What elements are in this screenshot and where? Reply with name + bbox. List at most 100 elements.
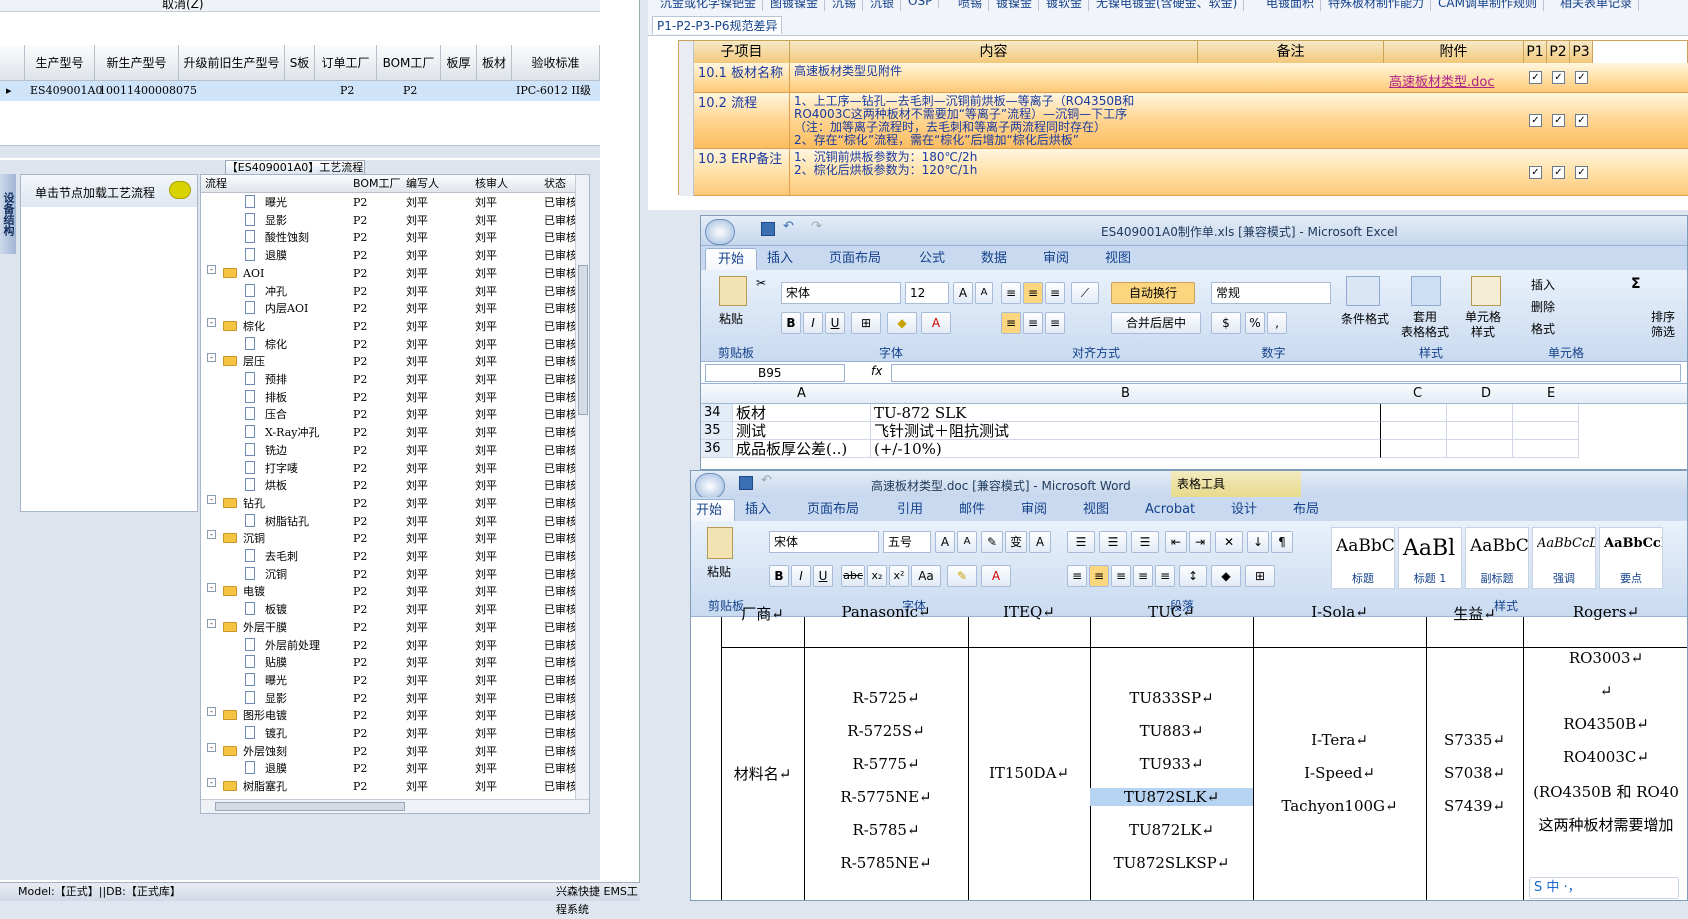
ime-toolbar[interactable]: S 中 ·， [1529,877,1679,899]
tree-col-bom[interactable]: BOM工厂 [353,175,401,192]
checkbox-p2[interactable]: ✓ [1552,114,1565,127]
spec-row[interactable]: 10.1 板材名称 高速板材类型见附件 高速板材类型.doc ✓ ✓ ✓ [694,63,1688,93]
col-a[interactable]: A [797,386,806,401]
material-name[interactable]: R-5785↵ [804,821,968,839]
material-name[interactable]: S7038↵ [1426,764,1523,782]
collapse-icon[interactable]: - [207,618,216,628]
justify-icon[interactable]: ≡ [1133,565,1153,587]
spec-tab[interactable]: 特殊板材制作能力 [1322,0,1432,11]
style-swatch[interactable]: AaBbC 副标题 [1465,527,1529,589]
percent-icon[interactable]: % [1245,312,1265,334]
hscroll-thumb[interactable] [215,802,405,811]
tree-row[interactable]: - 外层干膜 P2 刘平 刘平 已审核 [201,618,575,637]
row-number[interactable]: 36 [701,440,733,458]
tree-row[interactable]: - AOI P2 刘平 刘平 已审核 [201,264,575,283]
cell-a[interactable]: 板材 [733,404,871,422]
collapse-icon[interactable]: - [207,707,216,717]
asian-layout-icon[interactable]: ✕ [1215,531,1243,553]
cell-d[interactable] [1447,440,1513,458]
bold-icon[interactable]: B [781,312,801,334]
collapse-icon[interactable]: - [207,494,216,504]
tree-row[interactable]: 曝光 P2 刘平 刘平 已审核 [201,193,575,212]
orientation-icon[interactable]: ⟋ [1071,282,1099,304]
save-icon[interactable] [739,476,753,490]
spec-tab[interactable]: 图镀镍金 [764,0,826,11]
material-name[interactable]: TU933↵ [1090,755,1253,773]
side-tab[interactable]: 设备结构 [0,174,16,254]
material-name[interactable]: TU872SLKSP↵ [1090,854,1253,872]
clear-format-icon[interactable]: ✎ [981,531,1003,553]
grid-header[interactable]: 升级前旧生产型号 [179,45,285,81]
table-format-button[interactable]: 套用 表格格式 [1401,310,1449,340]
checkbox-p1[interactable]: ✓ [1529,165,1542,179]
tree-row[interactable]: 酸性蚀刻 P2 刘平 刘平 已审核 [201,228,575,247]
material-name[interactable]: 这两种板材需要增加 [1523,814,1687,835]
wrap-text-button[interactable]: 自动换行 [1111,282,1195,304]
material-name[interactable]: TU872SLK↵ [1090,788,1253,806]
ribbon-tab[interactable]: 插入 [745,499,771,521]
insert-button[interactable]: 插入 [1531,276,1555,293]
spec-header-content[interactable]: 内容 [790,41,1198,63]
row-number[interactable]: 35 [701,422,733,440]
material-name[interactable]: Tachyon100G↵ [1253,797,1426,815]
border-icon[interactable]: ⊞ [851,312,881,334]
tree-row[interactable]: 外层前处理 P2 刘平 刘平 已审核 [201,636,575,655]
tree-row[interactable]: 退膜 P2 刘平 刘平 已审核 [201,759,575,778]
superscript-icon[interactable]: x² [889,565,909,587]
checkbox-p3[interactable]: ✓ [1575,165,1588,179]
ribbon-tab[interactable]: 开始 [691,499,736,522]
align-center-icon[interactable]: ≡ [1023,312,1043,334]
spec-header-note[interactable]: 备注 [1198,41,1384,63]
bold-icon[interactable]: B [769,565,789,587]
grid-header[interactable]: 验收标准 [512,45,600,81]
align-bottom-icon[interactable]: ≡ [1045,282,1065,304]
material-name[interactable]: ↵ [1523,682,1687,700]
align-left-icon[interactable]: ≡ [1001,312,1021,334]
highlight-icon[interactable]: ✎ [947,565,977,587]
phonetic-icon[interactable]: 变 [1005,531,1027,553]
office-button[interactable] [705,219,735,245]
spec-header-attach[interactable]: 附件 [1384,41,1524,63]
tree-row[interactable]: 压合 P2 刘平 刘平 已审核 [201,405,575,424]
grid-header[interactable]: 新生产型号 [95,45,179,81]
ribbon-tab[interactable]: 审阅 [1021,499,1047,521]
tree-row[interactable]: 显影 P2 刘平 刘平 已审核 [201,689,575,708]
grid-header[interactable]: 生产型号 [25,45,95,81]
office-button[interactable] [695,473,725,499]
cell-b[interactable]: 飞针测试＋阻抗测试 [871,422,1381,440]
tree-col-flow[interactable]: 流程 [205,175,227,192]
spec-tab[interactable]: 镀软金 [1040,0,1090,11]
undo-icon[interactable]: ↶ [783,219,794,234]
paste-button[interactable]: 粘贴 [719,310,743,327]
ribbon-tab[interactable]: 视图 [1083,499,1109,521]
ribbon-tab[interactable]: 引用 [897,499,923,521]
subscript-icon[interactable]: x₂ [867,565,887,587]
material-name[interactable]: R-5775↵ [804,755,968,773]
align-left-icon[interactable]: ≡ [1067,565,1087,587]
redo-icon[interactable]: ↷ [811,219,822,234]
paste-icon[interactable] [719,276,747,306]
comment-icon[interactable] [169,181,191,199]
material-name[interactable]: TU833SP↵ [1090,689,1253,707]
splitter[interactable] [0,146,600,158]
font-size-select[interactable]: 12 [905,282,949,304]
align-right-icon[interactable]: ≡ [1045,312,1065,334]
checkbox-p3[interactable]: ✓ [1575,114,1588,127]
merge-center-button[interactable]: 合并后居中 [1111,312,1201,334]
ribbon-tab[interactable]: 页面布局 [807,499,859,521]
material-name[interactable]: I-Tera↵ [1253,731,1426,749]
shading-icon[interactable]: ◆ [1211,565,1241,587]
format-button[interactable]: 格式 [1531,320,1555,337]
tree-row[interactable]: - 电镀 P2 刘平 刘平 已审核 [201,582,575,601]
tab-spec-diff[interactable]: P1-P2-P3-P6规范差异 [652,16,783,34]
style-swatch[interactable]: AaBl 标题 1 [1398,527,1462,589]
material-name[interactable]: RO4003C↵ [1523,748,1687,766]
decrease-indent-icon[interactable]: ⇤ [1165,531,1187,553]
grow-font-icon[interactable]: A [935,531,955,553]
tree-col-writer[interactable]: 编写人 [406,175,439,192]
align-right-icon[interactable]: ≡ [1111,565,1131,587]
collapse-icon[interactable]: - [207,264,216,274]
grid-header[interactable]: BOM工厂 [377,45,441,81]
ribbon-tab[interactable]: 插入 [767,248,793,270]
fx-icon[interactable]: fx [871,364,882,378]
